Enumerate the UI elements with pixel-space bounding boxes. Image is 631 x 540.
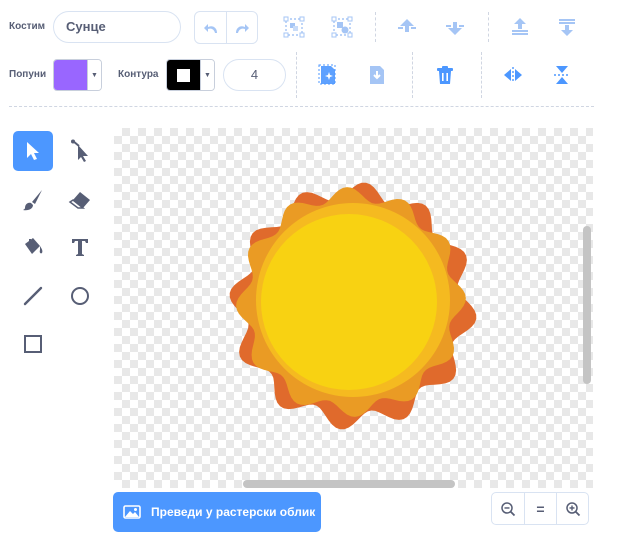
rectangle-tool[interactable]: [13, 324, 53, 364]
sun-core: [261, 214, 437, 390]
paint-bucket-icon: [25, 238, 43, 254]
fill-label: Попуни: [9, 69, 47, 80]
toolbar-divider: [296, 52, 297, 98]
arrow-up-icon: [398, 19, 416, 32]
zoom-reset-button[interactable]: =: [524, 493, 556, 524]
convert-to-bitmap-button[interactable]: Преведи у растерски облик: [113, 492, 321, 532]
group-button[interactable]: [279, 12, 309, 42]
image-icon: [123, 505, 141, 519]
undo-icon: [203, 23, 217, 33]
paste-icon: [370, 66, 384, 84]
vertical-scrollbar[interactable]: [583, 226, 591, 384]
zoom-out-icon: [501, 501, 516, 516]
ungroup-button[interactable]: [327, 12, 357, 42]
sun-costume-image: [229, 182, 477, 430]
outline-label: Контура: [118, 69, 159, 80]
copy-icon: [318, 64, 336, 85]
toolbar-divider: [412, 52, 413, 98]
flip-vertical-button[interactable]: [547, 60, 577, 90]
brush-icon: [23, 190, 42, 211]
forward-button[interactable]: [392, 12, 422, 42]
undo-redo-group: [194, 11, 258, 44]
send-to-back-icon: [559, 19, 575, 36]
costume-label: Костим: [9, 21, 46, 32]
fill-color-picker[interactable]: ▼: [53, 59, 102, 91]
trash-icon: [437, 66, 453, 84]
outline-width-input[interactable]: 4: [223, 59, 286, 91]
zoom-reset-label: =: [536, 500, 545, 517]
delete-button[interactable]: [430, 60, 460, 90]
fill-color-swatch[interactable]: [54, 60, 87, 90]
front-button[interactable]: [505, 12, 535, 42]
zoom-in-icon: [565, 501, 580, 516]
zoom-controls: =: [491, 492, 589, 525]
fill-tool[interactable]: [13, 227, 53, 267]
reshape-icon: [71, 139, 88, 162]
redo-button[interactable]: [226, 12, 257, 43]
bring-to-front-icon: [512, 18, 528, 35]
backward-button[interactable]: [440, 12, 470, 42]
text-tool[interactable]: [60, 227, 100, 267]
ungroup-icon: [331, 16, 353, 38]
flip-horizontal-icon: [504, 67, 522, 83]
line-tool[interactable]: [13, 276, 53, 316]
arrow-down-icon: [446, 22, 464, 35]
back-button[interactable]: [552, 12, 582, 42]
line-icon: [23, 286, 43, 306]
undo-button[interactable]: [195, 12, 226, 43]
flip-vertical-icon: [554, 66, 570, 84]
zoom-in-button[interactable]: [556, 493, 588, 524]
horizontal-scrollbar[interactable]: [243, 480, 455, 488]
chevron-down-icon[interactable]: ▼: [87, 60, 101, 90]
paint-canvas[interactable]: [114, 128, 593, 488]
toolbar-divider: [488, 12, 489, 42]
text-icon: [72, 239, 88, 256]
flip-horizontal-button[interactable]: [498, 60, 528, 90]
toolbar-divider: [481, 52, 482, 98]
rectangle-icon: [24, 335, 42, 353]
paste-button[interactable]: [362, 60, 392, 90]
circle-tool[interactable]: [60, 276, 100, 316]
costume-name-input[interactable]: Сунце: [53, 11, 181, 43]
circle-icon: [71, 287, 89, 305]
convert-button-label: Преведи у растерски облик: [151, 505, 316, 519]
copy-button[interactable]: [313, 60, 343, 90]
eraser-icon: [68, 192, 90, 209]
arrow-cursor-icon: [27, 142, 39, 160]
toolbar-divider: [375, 12, 376, 42]
outline-color-picker[interactable]: ▼: [166, 59, 215, 91]
select-tool[interactable]: [13, 131, 53, 171]
zoom-out-button[interactable]: [492, 493, 524, 524]
outline-color-swatch[interactable]: [167, 60, 200, 90]
chevron-down-icon[interactable]: ▼: [200, 60, 214, 90]
brush-tool[interactable]: [13, 180, 53, 220]
group-icon: [283, 16, 305, 38]
redo-icon: [236, 23, 249, 33]
eraser-tool[interactable]: [60, 180, 100, 220]
reshape-tool[interactable]: [60, 131, 100, 171]
toolbar-separator: [9, 106, 594, 107]
